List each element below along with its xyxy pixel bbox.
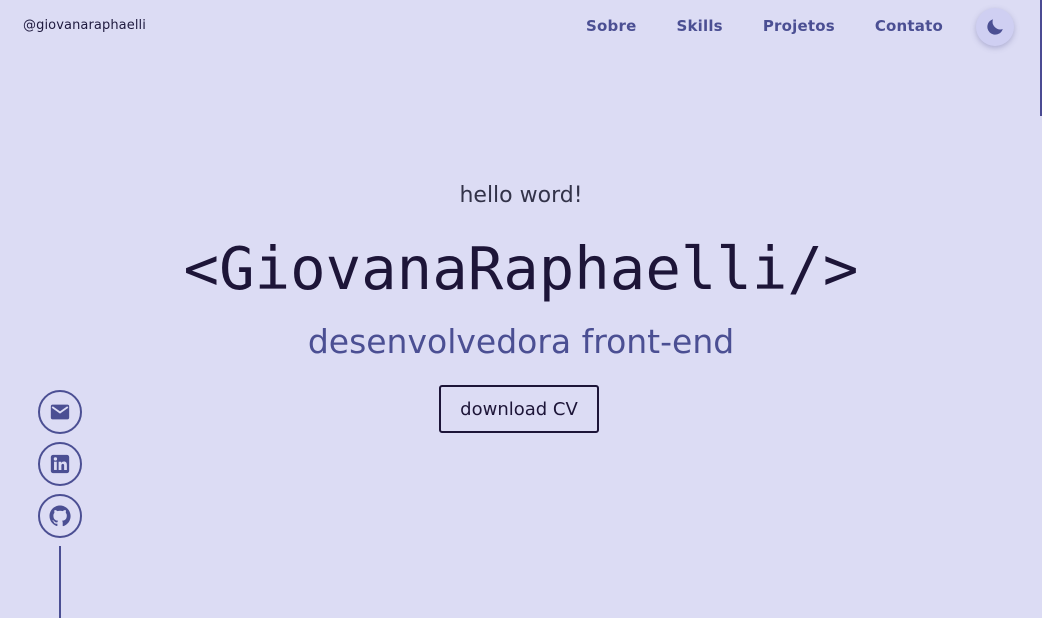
email-button[interactable]: [38, 390, 82, 434]
linkedin-icon: [49, 453, 71, 475]
theme-toggle-button[interactable]: [976, 8, 1014, 46]
github-button[interactable]: [38, 494, 82, 538]
mail-icon: [49, 401, 71, 423]
social-divider-line: [59, 546, 61, 618]
nav-link-skills[interactable]: Skills: [676, 17, 722, 35]
github-icon: [48, 504, 72, 528]
nav-link-projetos[interactable]: Projetos: [763, 17, 835, 35]
nav-link-contato[interactable]: Contato: [875, 17, 943, 35]
hero-name: <GiovanaRaphaelli/>: [0, 234, 1042, 304]
download-cv-button[interactable]: download CV: [439, 385, 599, 433]
moon-icon: [984, 16, 1006, 38]
site-handle[interactable]: @giovanaraphaelli: [23, 18, 146, 33]
linkedin-button[interactable]: [38, 442, 82, 486]
main-nav: Sobre Skills Projetos Contato: [586, 17, 943, 35]
social-links: [38, 390, 82, 538]
nav-link-sobre[interactable]: Sobre: [586, 17, 636, 35]
hero-role: desenvolvedora front-end: [0, 322, 1042, 361]
hero-greeting: hello word!: [0, 183, 1042, 208]
